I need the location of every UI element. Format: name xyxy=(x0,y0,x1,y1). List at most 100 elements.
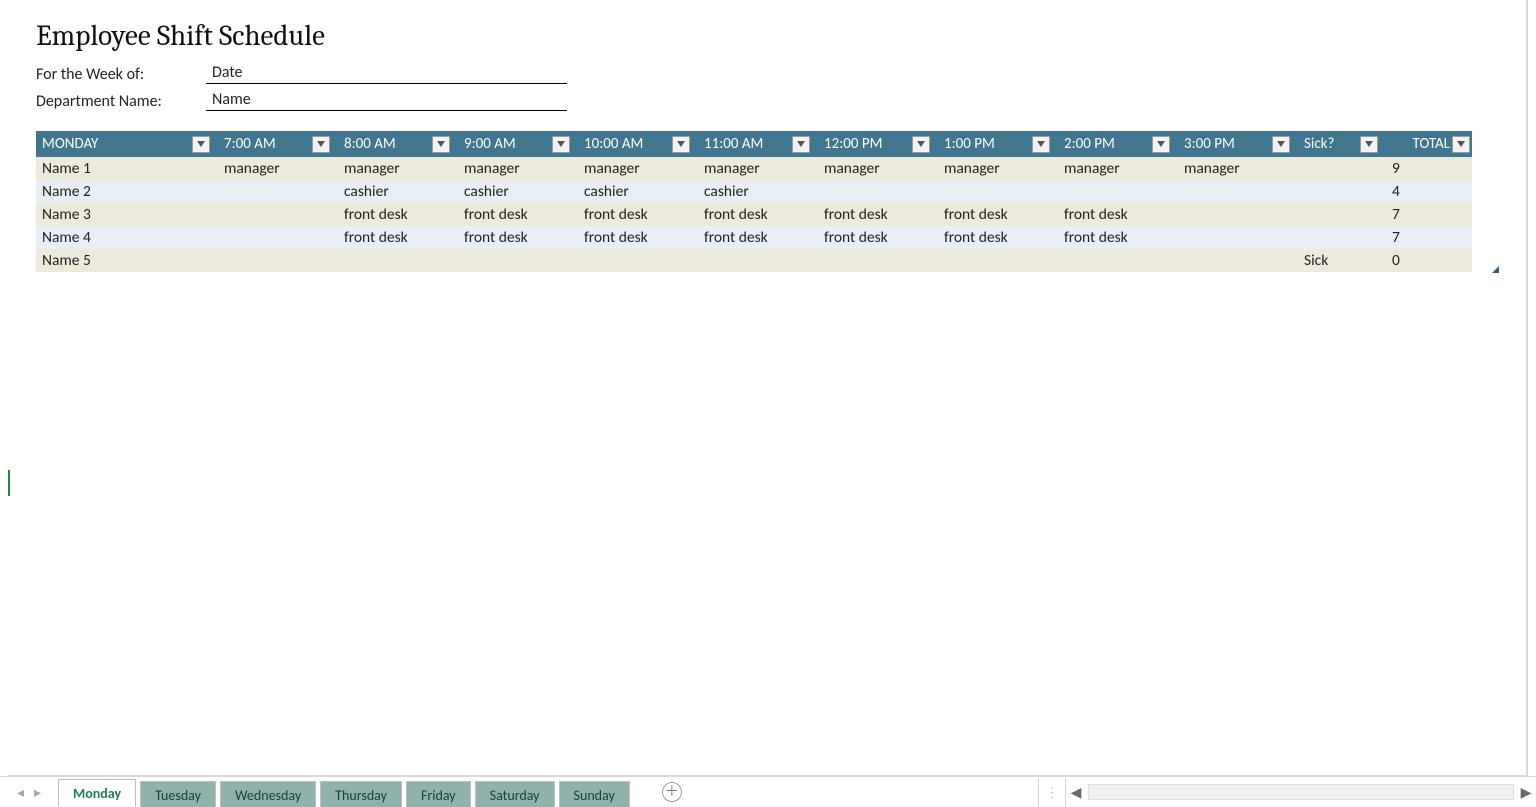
sheet-tab-thursday[interactable]: Thursday xyxy=(320,781,402,807)
row-3-slot-3[interactable]: front desk xyxy=(572,226,692,249)
row-4-slot-7[interactable] xyxy=(1052,249,1172,272)
meta-dept-input[interactable]: Name xyxy=(206,90,567,111)
header-day-filter[interactable] xyxy=(192,136,210,153)
row-2-name[interactable]: Name 3 xyxy=(36,203,212,226)
header-day-label: MONDAY xyxy=(42,135,192,153)
row-1-sick[interactable] xyxy=(1292,180,1380,203)
row-0-total[interactable]: 9 xyxy=(1380,157,1472,180)
scroll-left-button[interactable]: ◀ xyxy=(1066,777,1086,807)
header-sick: Sick? xyxy=(1292,131,1380,157)
row-4-slot-5[interactable] xyxy=(812,249,932,272)
sheet-tab-wednesday[interactable]: Wednesday xyxy=(220,781,316,807)
row-3-slot-0[interactable] xyxy=(212,226,332,249)
row-2-slot-0[interactable] xyxy=(212,203,332,226)
header-time-0: 7:00 AM xyxy=(212,131,332,157)
header-time-0-filter[interactable] xyxy=(312,136,330,153)
header-time-8-label: 3:00 PM xyxy=(1184,135,1272,153)
row-1-slot-2[interactable]: cashier xyxy=(452,180,572,203)
tab-nav-prev[interactable]: ◂ xyxy=(17,784,24,801)
row-1-total[interactable]: 4 xyxy=(1380,180,1472,203)
row-4-total[interactable]: 0 xyxy=(1380,249,1472,272)
header-total-filter[interactable] xyxy=(1452,136,1470,153)
row-0-slot-3[interactable]: manager xyxy=(572,157,692,180)
tab-scroll-splitter[interactable]: ⋮ xyxy=(1038,777,1065,807)
row-3-sick[interactable] xyxy=(1292,226,1380,249)
header-day: MONDAY xyxy=(36,131,212,157)
row-3-slot-4[interactable]: front desk xyxy=(692,226,812,249)
row-3-slot-7[interactable]: front desk xyxy=(1052,226,1172,249)
row-2-slot-6[interactable]: front desk xyxy=(932,203,1052,226)
header-time-2-filter[interactable] xyxy=(552,136,570,153)
row-0-slot-5[interactable]: manager xyxy=(812,157,932,180)
row-4-slot-0[interactable] xyxy=(212,249,332,272)
tab-nav-next[interactable]: ▸ xyxy=(34,784,41,801)
row-2-slot-1[interactable]: front desk xyxy=(332,203,452,226)
sheet-tab-saturday[interactable]: Saturday xyxy=(475,781,555,807)
header-total-label: TOTAL xyxy=(1386,135,1450,153)
header-sick-filter[interactable] xyxy=(1360,136,1378,153)
row-0-name[interactable]: Name 1 xyxy=(36,157,212,180)
header-time-7-filter[interactable] xyxy=(1152,136,1170,153)
row-3-slot-2[interactable]: front desk xyxy=(452,226,572,249)
row-4-slot-3[interactable] xyxy=(572,249,692,272)
scroll-track[interactable] xyxy=(1088,784,1514,800)
row-4-slot-1[interactable] xyxy=(332,249,452,272)
table-resize-handle[interactable] xyxy=(1492,266,1499,273)
row-2-slot-2[interactable]: front desk xyxy=(452,203,572,226)
row-1-slot-6[interactable] xyxy=(932,180,1052,203)
row-0-sick[interactable] xyxy=(1292,157,1380,180)
row-3-slot-6[interactable]: front desk xyxy=(932,226,1052,249)
row-3-name[interactable]: Name 4 xyxy=(36,226,212,249)
row-3-slot-8[interactable] xyxy=(1172,226,1292,249)
row-2-total[interactable]: 7 xyxy=(1380,203,1472,226)
header-time-8-filter[interactable] xyxy=(1272,136,1290,153)
row-1-slot-8[interactable] xyxy=(1172,180,1292,203)
row-2-slot-3[interactable]: front desk xyxy=(572,203,692,226)
horizontal-scrollbar[interactable]: ◀ ▶ xyxy=(1065,777,1536,807)
row-0-slot-1[interactable]: manager xyxy=(332,157,452,180)
header-time-3-filter[interactable] xyxy=(672,136,690,153)
add-sheet-button[interactable]: ＋ xyxy=(662,777,682,807)
row-0-slot-0[interactable]: manager xyxy=(212,157,332,180)
header-time-3: 10:00 AM xyxy=(572,131,692,157)
row-4-slot-2[interactable] xyxy=(452,249,572,272)
row-0-slot-6[interactable]: manager xyxy=(932,157,1052,180)
row-4-sick[interactable]: Sick xyxy=(1292,249,1380,272)
schedule-table: MONDAY7:00 AM8:00 AM9:00 AM10:00 AM11:00… xyxy=(36,131,1498,272)
row-1-slot-1[interactable]: cashier xyxy=(332,180,452,203)
row-3-total[interactable]: 7 xyxy=(1380,226,1472,249)
header-time-1-filter[interactable] xyxy=(432,136,450,153)
row-1-slot-3[interactable]: cashier xyxy=(572,180,692,203)
row-2-sick[interactable] xyxy=(1292,203,1380,226)
row-1-slot-5[interactable] xyxy=(812,180,932,203)
row-2-slot-7[interactable]: front desk xyxy=(1052,203,1172,226)
row-0-slot-4[interactable]: manager xyxy=(692,157,812,180)
header-time-4-filter[interactable] xyxy=(792,136,810,153)
meta-week-input[interactable]: Date xyxy=(206,63,567,84)
row-1-slot-4[interactable]: cashier xyxy=(692,180,812,203)
row-2-slot-5[interactable]: front desk xyxy=(812,203,932,226)
meta-dept-label: Department Name: xyxy=(36,92,206,111)
row-0-slot-8[interactable]: manager xyxy=(1172,157,1292,180)
row-0-slot-2[interactable]: manager xyxy=(452,157,572,180)
scroll-right-button[interactable]: ▶ xyxy=(1516,777,1536,807)
sheet-tab-monday[interactable]: Monday xyxy=(58,779,136,807)
row-4-name[interactable]: Name 5 xyxy=(36,249,212,272)
row-4-slot-4[interactable] xyxy=(692,249,812,272)
row-1-slot-7[interactable] xyxy=(1052,180,1172,203)
row-2-slot-8[interactable] xyxy=(1172,203,1292,226)
sheet-tab-sunday[interactable]: Sunday xyxy=(559,781,630,807)
row-1-slot-0[interactable] xyxy=(212,180,332,203)
row-4-slot-6[interactable] xyxy=(932,249,1052,272)
row-3-slot-1[interactable]: front desk xyxy=(332,226,452,249)
sheet-tab-friday[interactable]: Friday xyxy=(406,781,471,807)
row-2-slot-4[interactable]: front desk xyxy=(692,203,812,226)
row-3-slot-5[interactable]: front desk xyxy=(812,226,932,249)
row-4-slot-8[interactable] xyxy=(1172,249,1292,272)
header-time-5-filter[interactable] xyxy=(912,136,930,153)
row-0-slot-7[interactable]: manager xyxy=(1052,157,1172,180)
sheet-tab-tuesday[interactable]: Tuesday xyxy=(140,781,216,807)
row-1-name[interactable]: Name 2 xyxy=(36,180,212,203)
meta-week-row: For the Week of: Date xyxy=(36,63,1498,84)
header-time-6-filter[interactable] xyxy=(1032,136,1050,153)
